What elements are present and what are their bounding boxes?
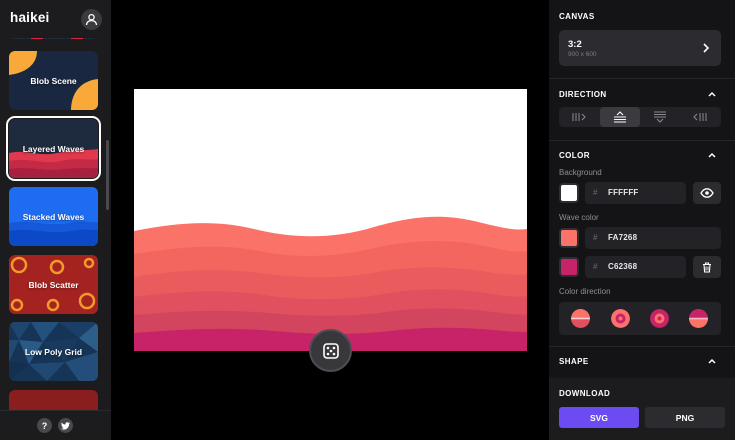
- canvas-ratio: 3:2: [568, 39, 582, 50]
- sidebar-header: haikei: [0, 0, 111, 38]
- toggle-background-visibility-button[interactable]: [693, 182, 721, 204]
- wave-color-1-hex-value: FA7268: [608, 233, 638, 242]
- direction-section-title: DIRECTION: [559, 90, 607, 99]
- color-direction-horizontal-option[interactable]: [689, 309, 708, 328]
- sidebar-scrollbar[interactable]: [106, 140, 109, 210]
- wave-canvas-preview[interactable]: [134, 89, 527, 351]
- direction-left-icon: [572, 113, 586, 121]
- download-svg-button[interactable]: SVG: [559, 407, 639, 428]
- download-png-button[interactable]: PNG: [645, 407, 725, 428]
- generator-label: Layered Waves: [22, 143, 85, 154]
- canvas-dimensions: 900 x 600: [568, 51, 597, 58]
- canvas-section-title: CANVAS: [559, 12, 595, 21]
- background-hex-input[interactable]: # FFFFFF: [585, 182, 686, 204]
- randomize-button[interactable]: [309, 329, 352, 372]
- direction-right-button[interactable]: [680, 107, 720, 127]
- user-account-button[interactable]: [81, 9, 102, 30]
- gradient-radial-icon: [611, 309, 630, 328]
- color-direction-radial-option[interactable]: [611, 309, 630, 328]
- generator-label: Blob Scene: [30, 75, 77, 86]
- color-direction-vertical-option[interactable]: [571, 309, 590, 328]
- direction-down-button[interactable]: [640, 107, 680, 127]
- direction-down-icon: [654, 111, 666, 123]
- twitter-button[interactable]: [58, 418, 73, 433]
- trash-icon: [703, 261, 711, 273]
- generator-sidebar: Blob Scene Layered Waves Stacked Waves B…: [0, 0, 111, 440]
- shape-section-title: SHAPE: [559, 357, 589, 366]
- eye-icon: [700, 188, 714, 198]
- section-divider: [549, 140, 735, 141]
- color-direction-radial-inverse-option[interactable]: [650, 309, 669, 328]
- color-section-title: COLOR: [559, 151, 590, 160]
- color-direction-selector: [559, 302, 721, 335]
- direction-right-icon: [693, 113, 707, 121]
- haikei-app: Blob Scene Layered Waves Stacked Waves B…: [0, 0, 735, 440]
- haikei-logo: haikei: [10, 10, 50, 25]
- generator-list: Blob Scene Layered Waves Stacked Waves B…: [0, 0, 111, 440]
- background-label: Background: [559, 168, 602, 177]
- wave-color-1-hex-input[interactable]: # FA7268: [585, 227, 721, 249]
- generator-label: Blob Scatter: [28, 279, 79, 290]
- gradient-vertical-icon: [571, 309, 590, 328]
- generator-blob-scene[interactable]: Blob Scene: [9, 51, 98, 110]
- user-icon: [85, 13, 98, 26]
- help-icon: ?: [41, 420, 48, 431]
- generator-label: Low Poly Grid: [24, 346, 83, 357]
- background-hex-value: FFFFFF: [608, 188, 639, 197]
- canvas-size-selector[interactable]: 3:2 900 x 600: [559, 30, 721, 66]
- generator-low-poly-grid[interactable]: Low Poly Grid: [9, 322, 98, 381]
- delete-wave-color-button[interactable]: [693, 256, 721, 278]
- gradient-horizontal-icon: [689, 309, 708, 328]
- hash-symbol: #: [593, 262, 598, 271]
- wave-color-label: Wave color: [559, 213, 599, 222]
- section-divider: [549, 346, 735, 347]
- wave-color-2-hex-value: C62368: [608, 262, 638, 271]
- background-color-swatch[interactable]: [559, 183, 579, 203]
- direction-up-button[interactable]: [600, 107, 640, 127]
- color-direction-label: Color direction: [559, 287, 611, 296]
- gradient-radial-inverse-icon: [650, 309, 669, 328]
- sidebar-footer: ?: [0, 410, 111, 440]
- chevron-right-icon: [703, 43, 710, 53]
- chevron-up-icon[interactable]: [707, 356, 717, 366]
- hash-symbol: #: [593, 233, 598, 242]
- wave-color-2-hex-input[interactable]: # C62368: [585, 256, 686, 278]
- hash-symbol: #: [593, 188, 598, 197]
- download-section-title: DOWNLOAD: [559, 389, 611, 398]
- generator-stacked-waves[interactable]: Stacked Waves: [9, 187, 98, 246]
- help-button[interactable]: ?: [37, 418, 52, 433]
- dice-icon: [322, 342, 339, 359]
- settings-panel: CANVAS 3:2 900 x 600 DIRECTION COLOR Bac…: [549, 0, 735, 440]
- chevron-up-icon[interactable]: [707, 89, 717, 99]
- canvas-area: [111, 0, 549, 440]
- layered-waves-artwork: [134, 89, 527, 351]
- direction-selector: [559, 107, 721, 127]
- direction-up-icon: [614, 111, 626, 123]
- chevron-up-icon[interactable]: [707, 150, 717, 160]
- section-divider: [549, 78, 735, 79]
- wave-color-2-swatch[interactable]: [559, 257, 579, 277]
- generator-layered-waves[interactable]: Layered Waves: [6, 116, 101, 181]
- direction-left-button[interactable]: [559, 107, 599, 127]
- wave-color-1-swatch[interactable]: [559, 228, 579, 248]
- generator-label: Stacked Waves: [22, 211, 85, 222]
- twitter-icon: [61, 421, 70, 430]
- generator-blob-scatter[interactable]: Blob Scatter: [9, 255, 98, 314]
- download-section: DOWNLOAD SVG PNG: [549, 378, 735, 440]
